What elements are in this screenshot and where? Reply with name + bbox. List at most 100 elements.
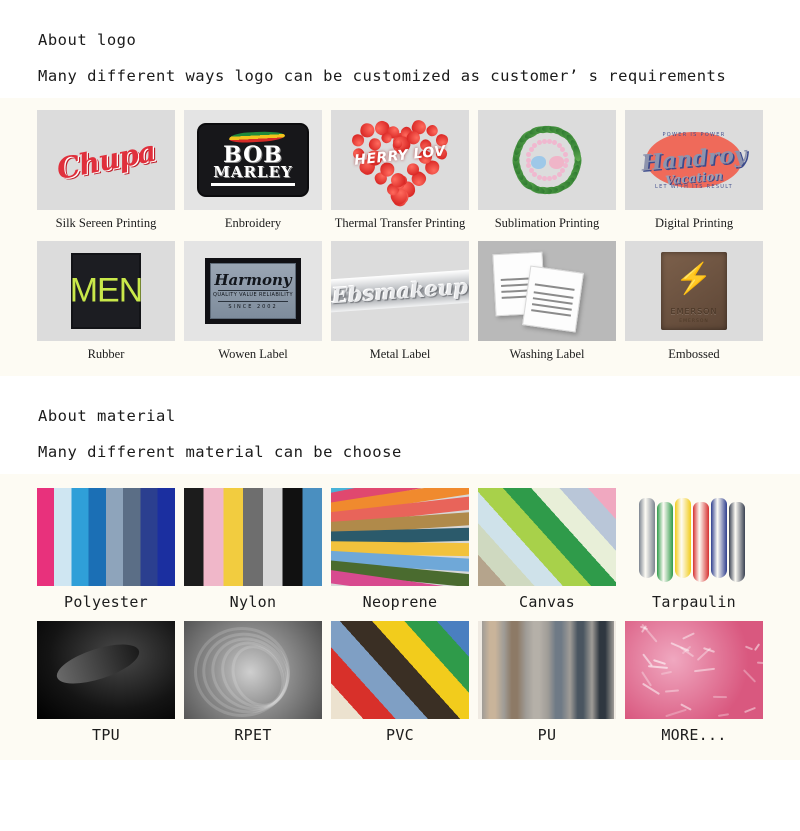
canvas-swatch[interactable] [478, 488, 616, 586]
suede-roll [526, 621, 548, 719]
suede-roll [504, 621, 526, 719]
logo-item-digital-printing[interactable]: POWER IS POWER Handroy Vacation LET WITH… [624, 110, 764, 231]
fur-strand [754, 643, 760, 651]
fur-strand [718, 713, 730, 717]
logo-section-subheading: Many different ways logo can be customiz… [0, 67, 800, 85]
material-section-heading: About material [0, 407, 800, 425]
material-item-more[interactable]: MORE... [624, 621, 764, 744]
leather-patch: ⚡ EMERSON EMERSON [661, 252, 727, 330]
embroidery-thumbnail[interactable]: BOB MARLEY [184, 110, 322, 210]
sublimation-thumbnail[interactable] [478, 110, 616, 210]
logo-row-1: Chupa Silk Sereen Printing BOB MARLEY En… [0, 110, 800, 231]
material-item-label: Nylon [230, 593, 277, 611]
silk-screen-thumbnail[interactable]: Chupa [37, 110, 175, 210]
polyester-swatch[interactable] [37, 488, 175, 586]
material-item-label: Tarpaulin [652, 593, 736, 611]
logo-item-label: Silk Sereen Printing [56, 216, 157, 231]
logo-item-label: Thermal Transfer Printing [335, 216, 466, 231]
care-label-front [522, 266, 584, 333]
bird-blue-icon [531, 156, 546, 169]
material-item-label: TPU [92, 726, 120, 744]
metal-script-text: Ebsmakeup [331, 274, 469, 308]
logo-item-label: Metal Label [370, 347, 431, 362]
material-item-rpet[interactable]: RPET [183, 621, 323, 744]
wreath-blossom [532, 143, 537, 148]
fur-strand [757, 661, 763, 664]
pvc-swatch[interactable] [331, 621, 469, 719]
nylon-swatch[interactable] [184, 488, 322, 586]
wreath-ring [505, 120, 589, 200]
logo-item-embroidery[interactable]: BOB MARLEY Enbroidery [183, 110, 323, 231]
wreath-blossom [537, 175, 542, 180]
logo-item-sublimation[interactable]: Sublimation Printing [477, 110, 617, 231]
digital-printing-thumbnail[interactable]: POWER IS POWER Handroy Vacation LET WITH… [625, 110, 763, 210]
logo-item-thermal-transfer[interactable]: HERRY LOV Thermal Transfer Printing [330, 110, 470, 231]
rpet-swatch[interactable] [184, 621, 322, 719]
wreath-blossom [564, 158, 569, 163]
logo-gallery-panel: Chupa Silk Sereen Printing BOB MARLEY En… [0, 98, 800, 376]
rolled-sheet [675, 498, 691, 578]
material-item-label: Polyester [64, 593, 148, 611]
emerson-mark-icon: ⚡ [675, 261, 712, 296]
woven-divider-bottom [218, 301, 288, 302]
logo-item-label: Washing Label [509, 347, 584, 362]
rolled-sheet [711, 498, 727, 578]
pu-swatch[interactable] [478, 621, 616, 719]
logo-item-silk-screen[interactable]: Chupa Silk Sereen Printing [36, 110, 176, 231]
fur-strand [641, 624, 657, 643]
logo-item-rubber[interactable]: MEN Rubber [36, 241, 176, 362]
logo-item-woven-label[interactable]: Harmony QUALITY VALUE RELIABILITY SINCE … [183, 241, 323, 362]
suede-roll [570, 621, 592, 719]
metal-label-thumbnail[interactable]: Ebsmakeup [331, 241, 469, 341]
harmony-label-art: Harmony QUALITY VALUE RELIABILITY SINCE … [184, 241, 322, 341]
material-item-pu[interactable]: PU [477, 621, 617, 744]
material-item-canvas[interactable]: Canvas [477, 488, 617, 611]
patch-text-secondary: MARLEY [199, 163, 307, 181]
material-item-nylon[interactable]: Nylon [183, 488, 323, 611]
fur-strand [713, 695, 727, 697]
logo-item-label: Digital Printing [655, 216, 733, 231]
fur-strand [745, 646, 754, 651]
suede-roll [482, 621, 504, 719]
wreath-blossom [547, 176, 552, 181]
logo-item-embossed[interactable]: ⚡ EMERSON EMERSON Embossed [624, 241, 764, 362]
material-item-pvc[interactable]: PVC [330, 621, 470, 744]
material-row-2: TPU RPET PVC PU MORE... [0, 621, 800, 744]
woven-since-text: SINCE 2002 [211, 304, 295, 310]
logo-item-label: Wowen Label [218, 347, 287, 362]
gloss-highlight [52, 636, 143, 691]
material-item-tarpaulin[interactable]: Tarpaulin [624, 488, 764, 611]
rubber-text: MEN [70, 272, 143, 311]
care-labels-art [478, 241, 616, 341]
more-swatch[interactable] [625, 621, 763, 719]
logo-item-washing-label[interactable]: Washing Label [477, 241, 617, 362]
tpu-swatch[interactable] [37, 621, 175, 719]
logo-item-metal-label[interactable]: Ebsmakeup Metal Label [330, 241, 470, 362]
vintage-script-art: POWER IS POWER Handroy Vacation LET WITH… [625, 110, 763, 210]
rolled-sheet [639, 498, 655, 578]
rolled-sheet [729, 502, 745, 582]
product-detail-page: About logo Many different ways logo can … [0, 31, 800, 831]
thermal-transfer-thumbnail[interactable]: HERRY LOV [331, 110, 469, 210]
rubber-thumbnail[interactable]: MEN [37, 241, 175, 341]
material-item-label: Canvas [519, 593, 575, 611]
embroidered-patch: BOB MARLEY [197, 123, 309, 197]
embossed-thumbnail[interactable]: ⚡ EMERSON EMERSON [625, 241, 763, 341]
rolled-sheet [657, 502, 673, 582]
material-item-polyester[interactable]: Polyester [36, 488, 176, 611]
logo-item-label: Rubber [88, 347, 125, 362]
material-item-label: Neoprene [363, 593, 438, 611]
logo-item-label: Enbroidery [225, 216, 281, 231]
rolled-sheet [693, 502, 709, 582]
metal-plate: Ebsmakeup [331, 269, 469, 313]
material-item-label: PVC [386, 726, 414, 744]
neoprene-swatch[interactable] [331, 488, 469, 586]
washing-label-thumbnail[interactable] [478, 241, 616, 341]
tarpaulin-swatch[interactable] [625, 488, 763, 586]
logo-section-heading: About logo [0, 31, 800, 49]
bird-pink-icon [549, 156, 564, 169]
suede-roll [592, 621, 614, 719]
material-item-neoprene[interactable]: Neoprene [330, 488, 470, 611]
woven-label-thumbnail[interactable]: Harmony QUALITY VALUE RELIABILITY SINCE … [184, 241, 322, 341]
material-item-tpu[interactable]: TPU [36, 621, 176, 744]
